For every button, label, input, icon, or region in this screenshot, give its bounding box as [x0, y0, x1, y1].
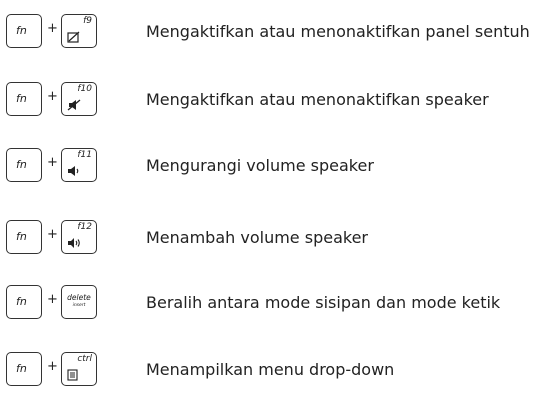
f10-key-label: f10	[77, 84, 92, 94]
fn-key-label: fn	[16, 230, 27, 243]
delete-key: delete insert	[61, 285, 97, 319]
shortcut-description: Beralih antara mode sisipan dan mode ket…	[146, 293, 501, 312]
fn-key-label: fn	[16, 92, 27, 105]
fn-key: fn	[6, 352, 42, 386]
shortcut-row-f11: fn + f11 Mengurangi volume speaker	[0, 148, 546, 184]
speaker-mute-icon	[67, 99, 81, 111]
shortcut-row-f9: fn + f9 Mengaktifkan atau menonaktifkan …	[0, 14, 546, 50]
shortcut-description: Mengaktifkan atau menonaktifkan speaker	[146, 90, 489, 109]
shortcut-row-delete: fn + delete insert Beralih antara mode s…	[0, 285, 546, 321]
menu-icon	[67, 369, 78, 381]
plus-sign: +	[47, 292, 58, 307]
fn-key: fn	[6, 148, 42, 182]
fn-key: fn	[6, 285, 42, 319]
fn-key-label: fn	[16, 362, 27, 375]
f9-key-label: f9	[83, 16, 92, 26]
touchpad-toggle-icon	[67, 31, 80, 43]
plus-sign: +	[47, 359, 58, 374]
ctrl-key-label: ctrl	[77, 354, 92, 364]
fn-key-label: fn	[16, 158, 27, 171]
shortcut-description: Mengurangi volume speaker	[146, 156, 374, 175]
volume-up-icon	[68, 238, 80, 248]
ctrl-key: ctrl	[61, 352, 97, 386]
shortcut-description: Menambah volume speaker	[146, 228, 368, 247]
f9-key: f9	[61, 14, 97, 48]
delete-key-label: delete	[67, 293, 91, 302]
fn-key: fn	[6, 220, 42, 254]
shortcut-row-f10: fn + f10 Mengaktifkan atau menonaktifkan…	[0, 82, 546, 118]
fn-key: fn	[6, 82, 42, 116]
fn-key: fn	[6, 14, 42, 48]
f11-key: f11	[61, 148, 97, 182]
shortcut-description: Mengaktifkan atau menonaktifkan panel se…	[146, 22, 530, 41]
f12-key-label: f12	[77, 222, 92, 232]
f10-key: f10	[61, 82, 97, 116]
volume-down-icon	[68, 166, 79, 176]
plus-sign: +	[47, 89, 58, 104]
fn-key-label: fn	[16, 24, 27, 37]
shortcut-description: Menampilkan menu drop-down	[146, 360, 395, 379]
f12-key: f12	[61, 220, 97, 254]
plus-sign: +	[47, 155, 58, 170]
shortcut-row-ctrl: fn + ctrl Menampilkan menu drop-down	[0, 352, 546, 388]
plus-sign: +	[47, 227, 58, 242]
shortcut-row-f12: fn + f12 Menambah volume speaker	[0, 220, 546, 256]
fn-key-label: fn	[16, 295, 27, 308]
insert-key-label: insert	[72, 303, 86, 308]
plus-sign: +	[47, 21, 58, 36]
f11-key-label: f11	[77, 150, 92, 160]
